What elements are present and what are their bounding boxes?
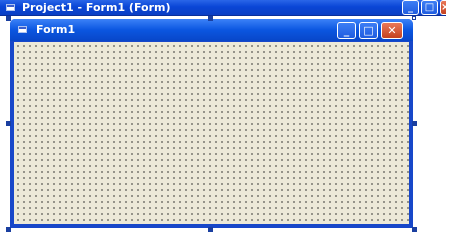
- project-window-titlebar[interactable]: Project1 - Form1 (Form) _ □ ×: [0, 0, 449, 16]
- resize-handle-middle-right[interactable]: [412, 121, 417, 126]
- form-maximize-button[interactable]: □: [359, 22, 378, 39]
- form1-titlebar[interactable]: Form1 _ □ ✕: [10, 19, 413, 41]
- form-document-icon: [6, 4, 15, 11]
- close-button[interactable]: ×: [440, 0, 449, 15]
- form-minimize-button[interactable]: _: [337, 22, 356, 39]
- form1-title: Form1: [36, 23, 76, 36]
- resize-handle-top-right[interactable]: [412, 16, 416, 20]
- resize-handle-top-left[interactable]: [6, 16, 11, 21]
- form1-window[interactable]: Form1 _ □ ✕: [10, 19, 413, 228]
- minimize-button[interactable]: _: [402, 0, 419, 15]
- resize-handle-bottom-middle[interactable]: [208, 227, 213, 232]
- designer-frame: [0, 16, 10, 248]
- resize-handle-middle-left[interactable]: [6, 121, 11, 126]
- resize-handle-bottom-left[interactable]: [6, 227, 11, 232]
- resize-handle-bottom-right[interactable]: [412, 227, 417, 232]
- maximize-button[interactable]: □: [421, 0, 438, 15]
- form-close-button[interactable]: ✕: [381, 22, 403, 39]
- form-design-grid[interactable]: [14, 42, 409, 224]
- form-document-icon: [18, 26, 27, 33]
- resize-handle-top-middle[interactable]: [208, 16, 213, 21]
- project-window-title: Project1 - Form1 (Form): [22, 1, 171, 14]
